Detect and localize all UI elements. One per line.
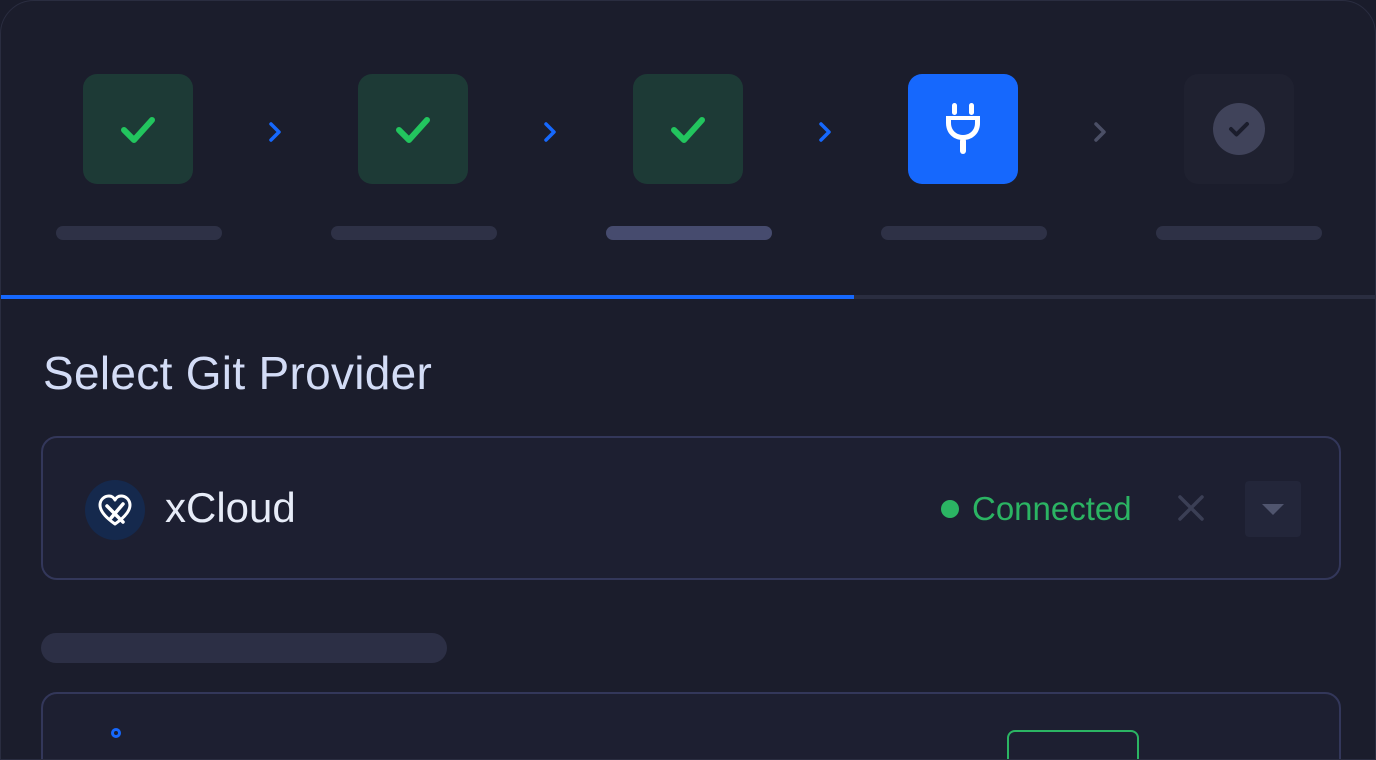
- plug-icon: [946, 103, 980, 154]
- check-icon: [121, 117, 155, 143]
- step-4-label-placeholder: [881, 226, 1047, 240]
- setup-wizard-panel: Select Git Provider xCloud Connected: [0, 0, 1376, 760]
- status-badge-placeholder: [1007, 730, 1139, 759]
- xcloud-logo-icon: [85, 480, 145, 540]
- chevron-right-icon: [542, 119, 558, 145]
- chevron-right-icon: [1092, 119, 1108, 145]
- step-2-label-placeholder: [331, 226, 497, 240]
- page-title: Select Git Provider: [43, 347, 433, 399]
- check-icon: [396, 117, 430, 143]
- step-5-pending[interactable]: [1184, 74, 1294, 184]
- caret-down-icon: [1262, 504, 1284, 515]
- step-1-complete[interactable]: [83, 74, 193, 184]
- chevron-right-icon: [267, 119, 283, 145]
- repo-icon: [111, 728, 121, 738]
- check-icon: [671, 117, 705, 143]
- chevron-right-icon: [817, 119, 833, 145]
- progress-bar: [1, 295, 1375, 299]
- check-circle-icon: [1213, 103, 1265, 155]
- step-1-label-placeholder: [56, 226, 222, 240]
- step-2-complete[interactable]: [358, 74, 468, 184]
- dropdown-toggle-button[interactable]: [1245, 481, 1301, 537]
- step-4-active[interactable]: [908, 74, 1018, 184]
- repository-card[interactable]: [41, 692, 1341, 759]
- step-3-complete[interactable]: [633, 74, 743, 184]
- progress-bar-fill: [1, 295, 855, 299]
- step-3-label-placeholder: [606, 226, 772, 240]
- clear-selection-button[interactable]: [1173, 490, 1209, 526]
- status-text: Connected: [972, 490, 1132, 527]
- section-label-placeholder: [41, 633, 447, 663]
- close-icon: [1178, 495, 1204, 521]
- provider-name: xCloud: [165, 484, 296, 531]
- status-dot-icon: [941, 500, 959, 518]
- git-provider-select[interactable]: xCloud Connected: [41, 436, 1341, 580]
- step-5-label-placeholder: [1156, 226, 1322, 240]
- status-badge: Connected: [941, 490, 1132, 528]
